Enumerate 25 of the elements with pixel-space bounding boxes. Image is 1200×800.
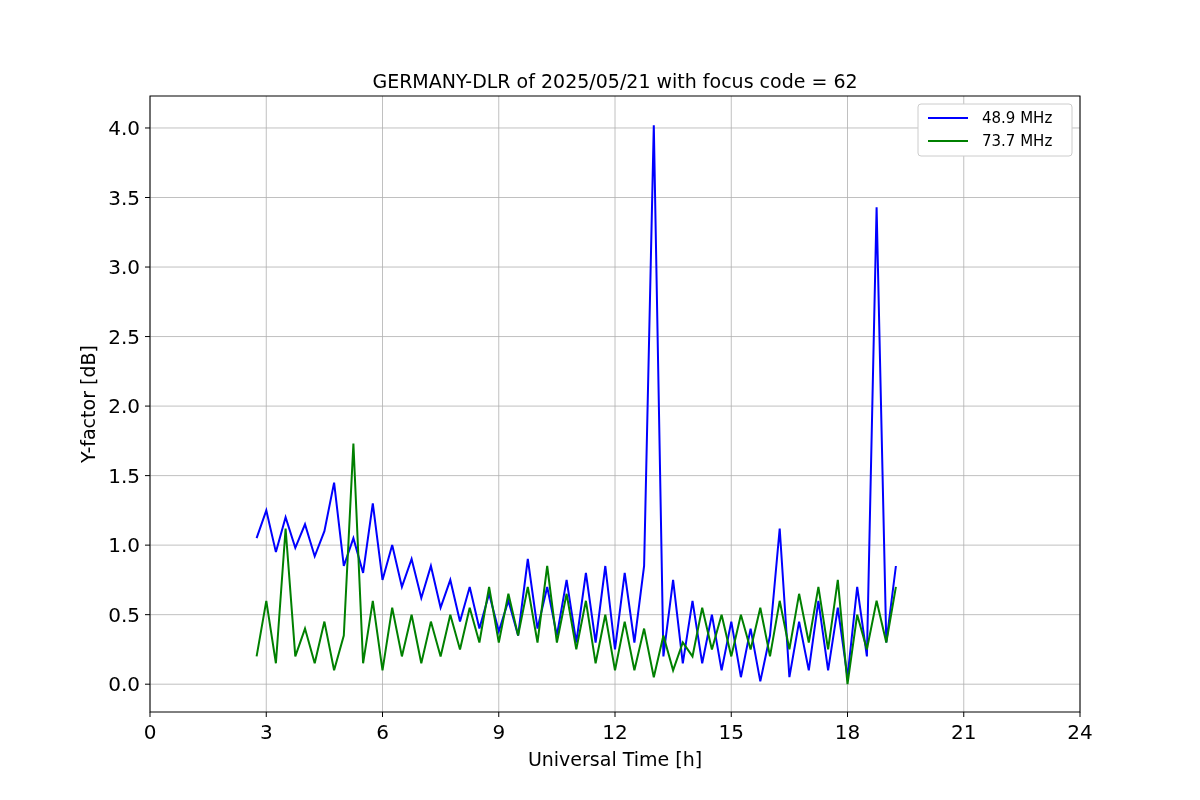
x-tick-label: 9 <box>492 720 506 744</box>
x-tick-label: 12 <box>602 720 628 744</box>
y-tick-label: 2.5 <box>108 324 140 349</box>
legend-line-icon <box>927 140 969 142</box>
y-tick-label: 4.0 <box>108 116 140 140</box>
y-tick-label: 3.0 <box>108 255 140 280</box>
y-tick-label: 3.5 <box>108 185 140 210</box>
x-tick-label: 15 <box>718 720 744 744</box>
x-tick-label: 18 <box>834 720 861 744</box>
y-tick-label: 2.0 <box>108 394 140 419</box>
y-axis-label: Y-factor [dB] <box>77 345 99 463</box>
x-tick-label: 24 <box>1067 720 1093 744</box>
x-tick-label: 6 <box>376 720 389 744</box>
chart-title: GERMANY-DLR of 2025/05/21 with focus code = 62 <box>372 70 858 92</box>
y-tick-label: 0.5 <box>108 602 140 627</box>
legend-line-icon <box>927 117 969 119</box>
x-tick-label: 0 <box>143 720 157 744</box>
x-tick-label: 21 <box>951 720 977 744</box>
x-tick-label: 3 <box>259 720 273 744</box>
x-axis-label: Universal Time [h] <box>527 748 703 770</box>
y-tick-label: 1.0 <box>108 533 140 558</box>
y-tick-label: 1.5 <box>108 463 140 488</box>
y-tick-label: 0.0 <box>108 672 140 697</box>
legend-label: 73.7 MHz <box>982 132 1053 150</box>
legend-label: 48.9 MHz <box>982 109 1053 127</box>
